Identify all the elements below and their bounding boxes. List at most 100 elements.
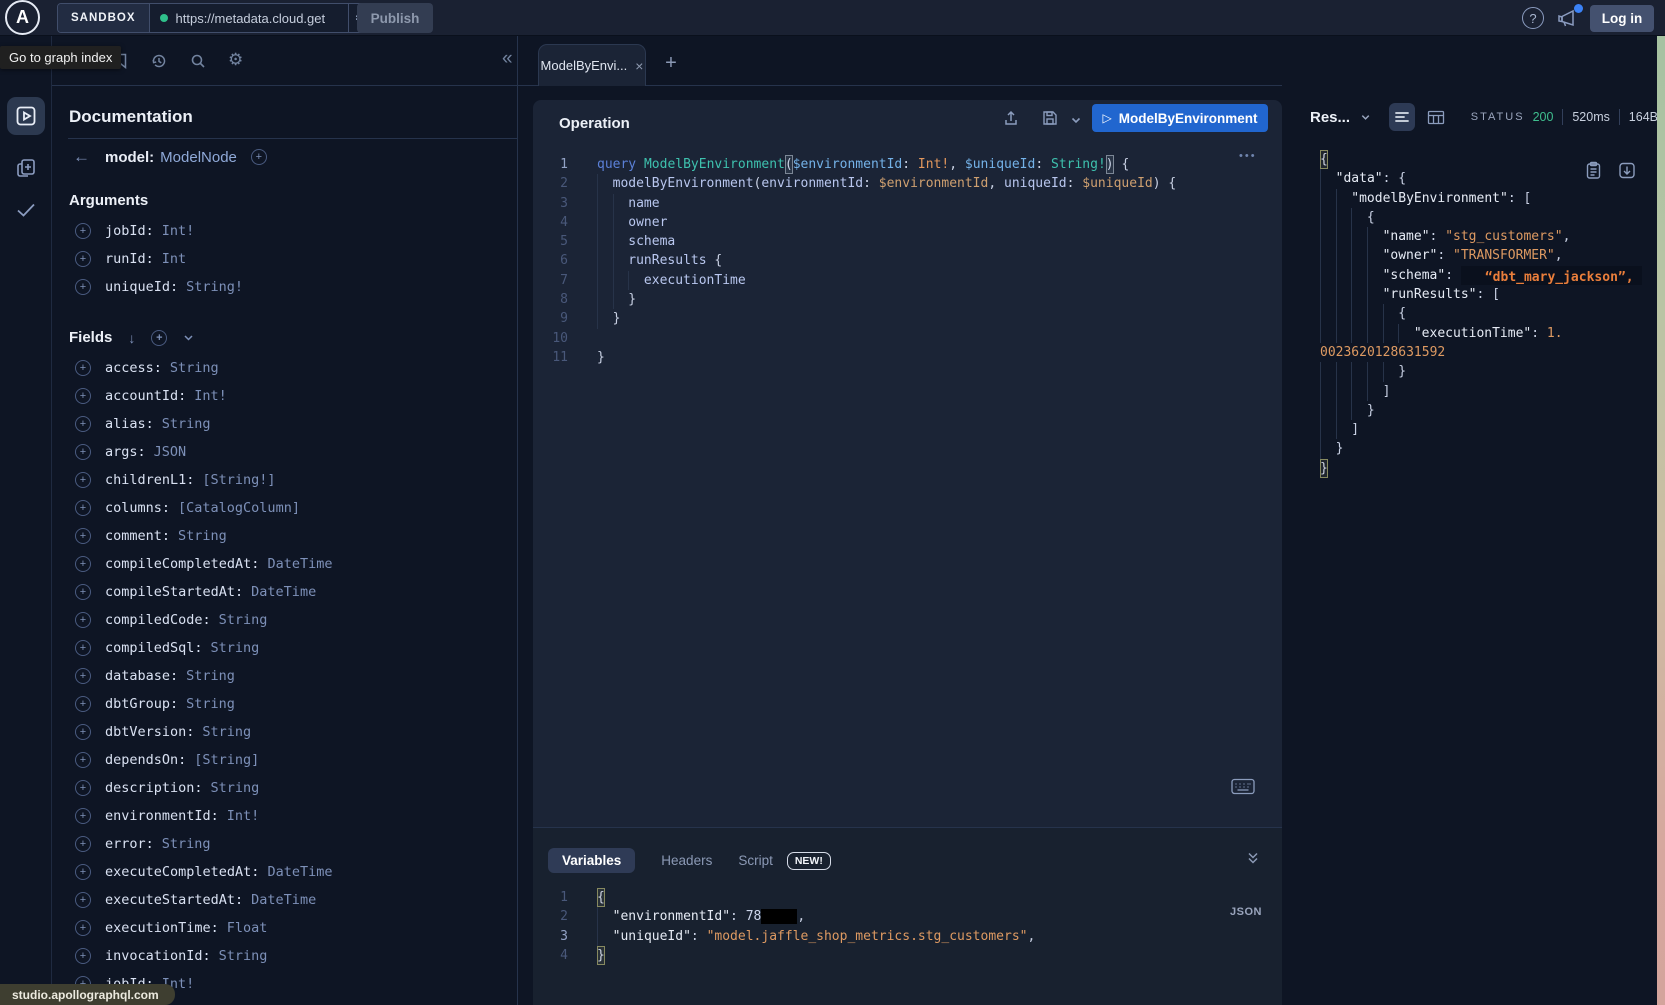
field-type[interactable]: DateTime [267, 556, 332, 572]
add-field-button[interactable]: + [75, 444, 91, 460]
field-name[interactable]: access: [105, 360, 162, 376]
run-operation-button[interactable]: ▷ ModelByEnvironment [1092, 104, 1268, 132]
field-name[interactable]: compileStartedAt: [105, 584, 243, 600]
field-name[interactable]: dbtGroup: [105, 696, 178, 712]
schema-nav-button[interactable] [7, 149, 45, 187]
field-type[interactable]: Int! [194, 388, 227, 404]
add-field-button[interactable]: + [75, 696, 91, 712]
add-field-button[interactable]: + [75, 948, 91, 964]
add-field-button[interactable]: + [75, 388, 91, 404]
field-type[interactable]: String [162, 836, 211, 852]
field-name[interactable]: executeStartedAt: [105, 892, 243, 908]
field-type[interactable]: DateTime [251, 892, 316, 908]
add-field-button[interactable]: + [75, 416, 91, 432]
field-type[interactable]: String [186, 668, 235, 684]
keyboard-shortcuts-button[interactable] [1231, 778, 1255, 795]
field-type[interactable]: String [211, 640, 260, 656]
search-button[interactable] [189, 52, 207, 70]
collapse-sidebar-button[interactable]: « [502, 48, 513, 70]
field-name[interactable]: compiledCode: [105, 612, 211, 628]
field-type[interactable]: String [211, 780, 260, 796]
table-view-toggle[interactable] [1423, 103, 1449, 131]
json-view-toggle[interactable] [1389, 103, 1415, 131]
breadcrumb-type-link[interactable]: ModelNode [160, 149, 237, 166]
add-field-button[interactable]: + [75, 892, 91, 908]
field-type[interactable]: String [170, 360, 219, 376]
field-type[interactable]: JSON [154, 444, 187, 460]
add-field-button[interactable]: + [75, 472, 91, 488]
field-type[interactable]: String [162, 416, 211, 432]
new-tab-button[interactable]: + [658, 50, 684, 76]
field-name[interactable]: compiledSql: [105, 640, 203, 656]
field-type[interactable]: [String!] [202, 472, 275, 488]
collapse-variables-button[interactable] [1245, 850, 1261, 866]
add-field-button[interactable]: + [75, 556, 91, 572]
tab-modelbyenvironment[interactable]: ModelByEnvi... × [538, 44, 646, 86]
field-type[interactable]: [String] [194, 752, 259, 768]
field-name[interactable]: compileCompletedAt: [105, 556, 259, 572]
variables-editor[interactable]: 1{2"environmentId": 78,3"uniqueId": "mod… [533, 884, 1282, 1005]
response-json[interactable]: {"data": {"modelByEnvironment": [{"name"… [1282, 146, 1658, 1005]
publish-button[interactable]: Publish [357, 3, 433, 33]
argument-type[interactable]: Int! [162, 223, 195, 239]
add-field-button[interactable]: + [75, 528, 91, 544]
response-dropdown-chevron-icon[interactable] [1360, 111, 1371, 123]
field-type[interactable]: DateTime [267, 864, 332, 880]
argument-name[interactable]: uniqueId: [105, 279, 178, 295]
field-name[interactable]: columns: [105, 500, 170, 516]
field-name[interactable]: args: [105, 444, 146, 460]
field-type[interactable]: String [219, 948, 268, 964]
field-type[interactable]: String [186, 696, 235, 712]
add-argument-button[interactable]: + [75, 279, 91, 295]
add-field-button[interactable]: + [75, 836, 91, 852]
explorer-nav-button[interactable] [7, 97, 45, 135]
field-type[interactable]: String [219, 612, 268, 628]
field-name[interactable]: comment: [105, 528, 170, 544]
apollo-logo[interactable]: A [5, 0, 40, 35]
field-name[interactable]: accountId: [105, 388, 186, 404]
field-name[interactable]: dbtVersion: [105, 724, 194, 740]
save-button[interactable] [1041, 109, 1061, 129]
argument-type[interactable]: Int [162, 251, 186, 267]
sort-icon[interactable]: ↓ [128, 330, 135, 346]
add-argument-button[interactable]: + [75, 223, 91, 239]
endpoint-url-field[interactable]: https://metadata.cloud.get [150, 4, 348, 32]
add-field-button[interactable]: + [75, 584, 91, 600]
argument-name[interactable]: jobId: [105, 223, 154, 239]
add-field-button[interactable]: + [75, 668, 91, 684]
argument-type[interactable]: String! [186, 279, 243, 295]
field-name[interactable]: database: [105, 668, 178, 684]
add-field-button[interactable]: + [75, 612, 91, 628]
help-button[interactable]: ? [1522, 7, 1544, 29]
field-name[interactable]: invocationId: [105, 948, 211, 964]
field-type[interactable]: String [202, 724, 251, 740]
save-options-chevron-icon[interactable] [1070, 114, 1082, 126]
add-field-button[interactable]: + [75, 780, 91, 796]
checks-nav-button[interactable] [7, 191, 45, 229]
add-fields-button[interactable]: + [151, 330, 167, 346]
field-name[interactable]: executeCompletedAt: [105, 864, 259, 880]
tab-script[interactable]: Script [738, 853, 773, 868]
add-field-button[interactable]: + [75, 724, 91, 740]
history-button[interactable] [150, 52, 168, 70]
field-name[interactable]: environmentId: [105, 808, 219, 824]
field-name[interactable]: executionTime: [105, 920, 219, 936]
add-field-button[interactable]: + [75, 640, 91, 656]
add-field-button[interactable]: + [75, 360, 91, 376]
field-type[interactable]: Int! [227, 808, 260, 824]
settings-button[interactable]: ⚙ [228, 50, 246, 68]
field-name[interactable]: childrenL1: [105, 472, 194, 488]
field-type[interactable]: DateTime [251, 584, 316, 600]
add-field-button[interactable]: + [75, 920, 91, 936]
field-type[interactable]: Float [227, 920, 268, 936]
field-name[interactable]: alias: [105, 416, 154, 432]
back-arrow-icon[interactable]: ← [52, 147, 105, 167]
login-button[interactable]: Log in [1590, 5, 1654, 32]
add-field-button[interactable]: + [75, 808, 91, 824]
add-field-button[interactable]: + [75, 864, 91, 880]
add-argument-button[interactable]: + [75, 251, 91, 267]
field-type[interactable]: String [178, 528, 227, 544]
field-name[interactable]: error: [105, 836, 154, 852]
tab-variables[interactable]: Variables [548, 848, 635, 873]
chevron-down-icon[interactable] [183, 332, 194, 343]
